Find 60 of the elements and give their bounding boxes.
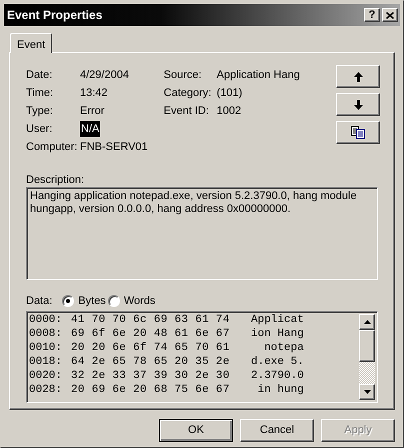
hex-offset: 0018: — [29, 355, 64, 369]
field-value: 1002 — [216, 104, 242, 119]
data-box[interactable] — [26, 311, 378, 403]
field-label: Date: — [26, 68, 54, 83]
hex-offset: 0000: — [29, 313, 64, 327]
window-title: Event Properties — [7, 7, 102, 24]
hex-offset: 0020: — [29, 369, 64, 383]
field-label: Event ID: — [164, 104, 210, 119]
scroll-thumb[interactable] — [359, 330, 375, 362]
hex-text: d.exe 5. — [251, 355, 304, 369]
dialog-button[interactable]: Cancel — [240, 419, 314, 442]
field-value: FNB-SERV01 — [80, 140, 148, 155]
scroll-up-icon — [364, 320, 370, 324]
hex-offset: 0028: — [29, 383, 64, 397]
up-button[interactable] — [336, 65, 380, 88]
field-label: User: — [26, 122, 54, 137]
hex-text: Applicat — [251, 313, 304, 327]
field-value: 13:42 — [80, 86, 108, 101]
help-button[interactable]: ? — [364, 8, 380, 22]
hex-offset: 0008: — [29, 327, 64, 341]
hex-offset: 0010: — [29, 341, 64, 355]
field-value: (101) — [216, 86, 242, 101]
scrollbar[interactable] — [359, 314, 375, 400]
description-text: Hanging application notepad.exe, version 5.2.3790.0, hang module hungapp, version 0.0.0.0, hang address 0x00000000. — [30, 190, 357, 215]
description-label: Description: — [26, 173, 86, 186]
hex-bytes: 69 6f 6e 20 48 61 6e 67 — [71, 327, 231, 341]
hex-bytes: 20 20 6e 6f 74 65 70 61 — [71, 341, 231, 355]
hex-text: ion Hang — [251, 327, 304, 341]
radio-label: Words — [124, 294, 156, 309]
hex-text: notepa — [263, 341, 304, 355]
field-value: N/A — [80, 120, 100, 138]
data-label: Data: — [26, 294, 52, 309]
hex-text: in hung — [256, 383, 304, 397]
hex-text: 2.3790.0 — [251, 369, 304, 383]
field-label: Type: — [26, 104, 54, 119]
hex-bytes: 20 69 6e 20 68 75 6e 67 — [71, 383, 231, 397]
radio-button[interactable] — [108, 295, 120, 307]
copy-icon — [351, 126, 365, 139]
tab[interactable]: Event — [10, 33, 52, 53]
radio-label: Bytes — [78, 294, 106, 309]
close-icon — [386, 12, 394, 18]
field-value: Application Hang — [216, 68, 300, 83]
field-label: Source: — [164, 68, 203, 83]
field-label: Computer: — [26, 140, 78, 155]
hex-bytes: 64 2e 65 78 65 20 35 2e — [71, 355, 231, 369]
radio-button[interactable] — [62, 295, 74, 307]
dialog-button[interactable]: OK — [159, 419, 233, 442]
close-button[interactable] — [382, 8, 398, 22]
scroll-down-icon — [364, 390, 370, 394]
field-label: Category: — [164, 86, 212, 101]
hex-bytes: 41 70 70 6c 69 63 61 74 — [71, 313, 231, 327]
down-arrow-icon — [354, 100, 362, 110]
description-box[interactable]: Hanging application notepad.exe, version 5.2.3790.0, hang module hungapp, version 0.0.0.0, hang address 0x00000000. — [26, 187, 378, 280]
field-label: Time: — [26, 86, 54, 101]
field-value: Error — [80, 104, 104, 119]
hex-bytes: 32 2e 33 37 39 30 2e 30 — [71, 369, 231, 383]
down-button[interactable] — [336, 93, 380, 116]
field-value: 4/29/2004 — [80, 68, 129, 83]
copy-button[interactable] — [336, 121, 380, 144]
up-arrow-icon — [354, 72, 362, 82]
